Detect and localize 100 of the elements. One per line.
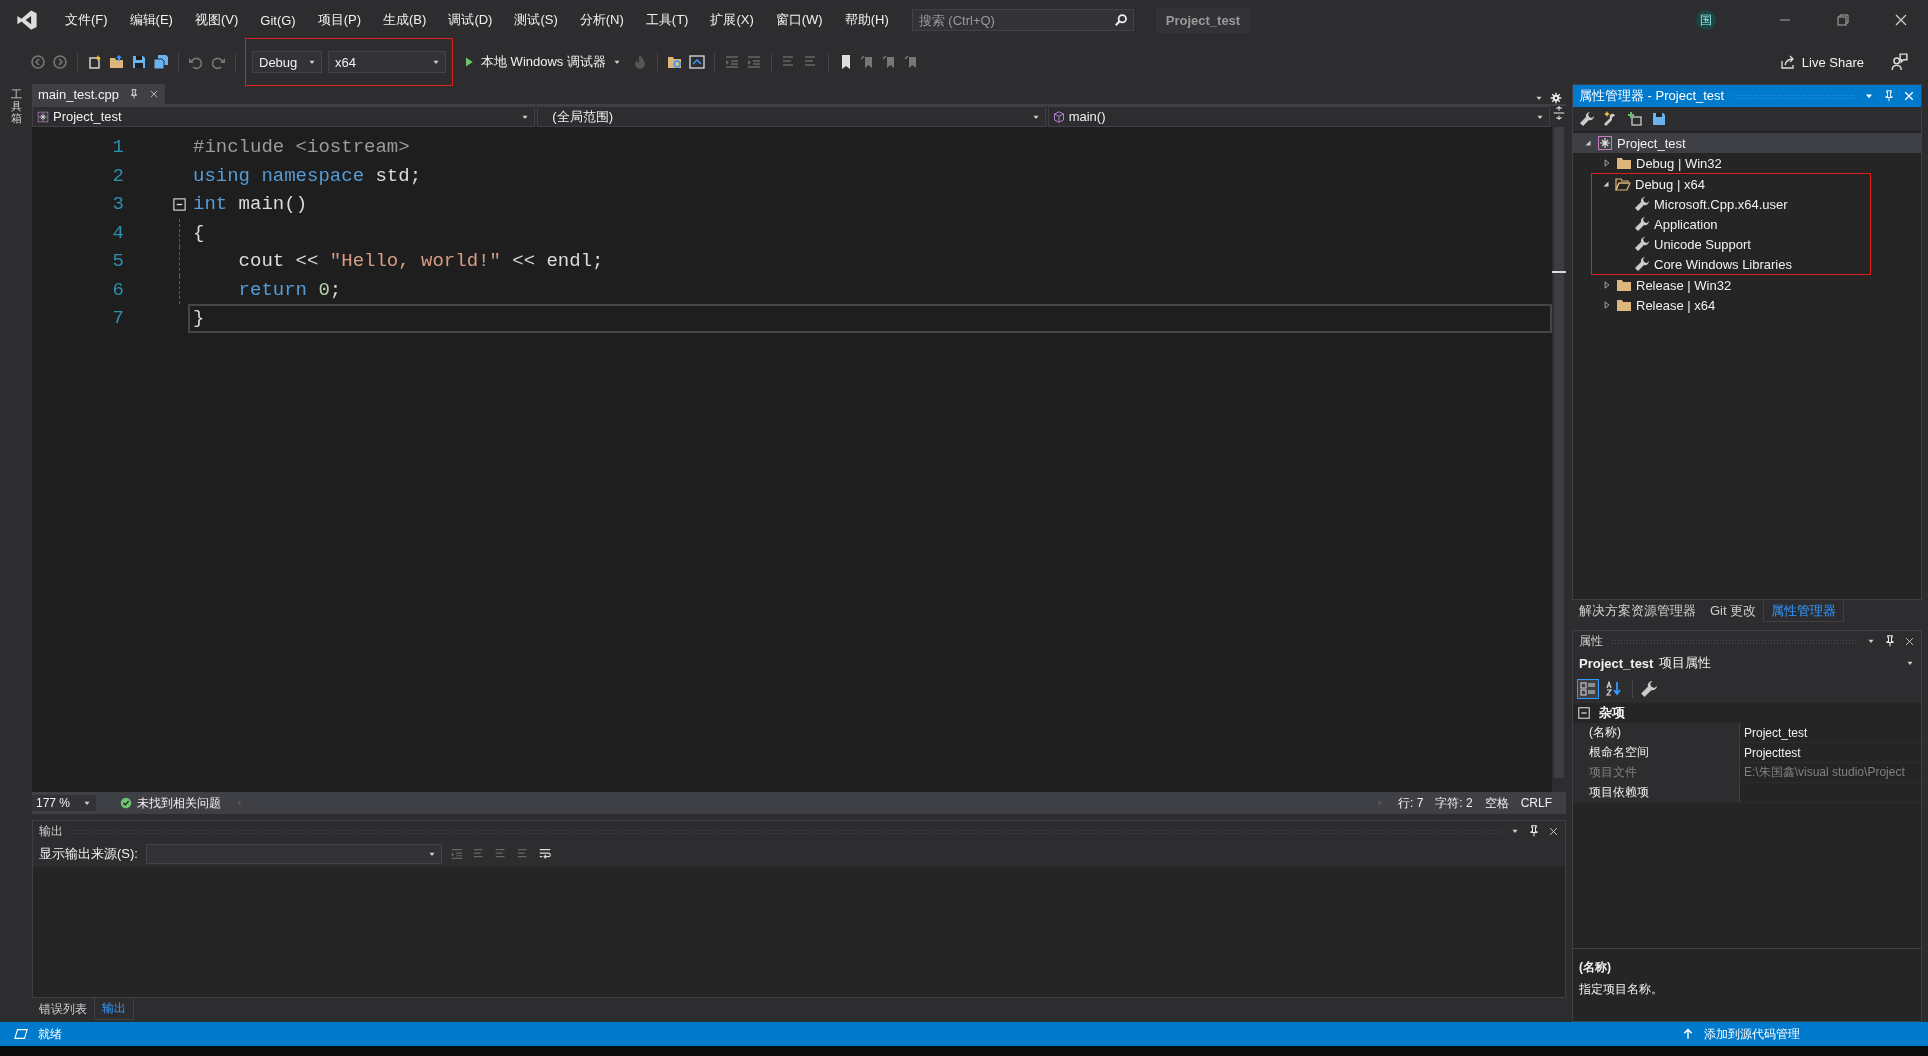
open-folder-icon[interactable] <box>109 54 125 70</box>
tree-item[interactable]: Microsoft.Cpp.x64.user <box>1592 194 1792 214</box>
menu-item[interactable]: 文件(F) <box>56 8 117 32</box>
open-folder-icon <box>1615 176 1631 192</box>
panel-tab[interactable]: 属性管理器 <box>1763 600 1845 622</box>
tree-item[interactable]: Release | Win32 <box>1573 275 1736 295</box>
start-debugging-button[interactable]: 本地 Windows 调试器 <box>459 51 626 73</box>
folder-icon <box>1616 297 1632 313</box>
menu-item[interactable]: 视图(V) <box>185 8 248 32</box>
property-value[interactable]: Projecttest <box>1744 745 1801 760</box>
collapsed-arrow-icon[interactable] <box>1602 300 1612 310</box>
tree-item[interactable]: Debug | x64 <box>1592 174 1709 194</box>
menu-item[interactable]: 调试(D) <box>439 8 502 32</box>
close-icon[interactable] <box>148 89 159 99</box>
platform-dropdown[interactable]: x64 <box>328 51 446 73</box>
collapsed-arrow-icon[interactable] <box>1602 158 1612 168</box>
close-icon[interactable] <box>1904 635 1915 647</box>
tree-item[interactable]: Project_test <box>1573 133 1921 153</box>
user-avatar[interactable]: 国 <box>1696 10 1716 30</box>
scope-dropdown[interactable]: (全局范围) <box>537 106 1046 127</box>
status-text: 就绪 <box>38 1025 62 1043</box>
categorized-view-icon <box>1580 681 1596 697</box>
collapse-icon[interactable] <box>171 196 187 212</box>
scrollbar[interactable] <box>1552 127 1566 792</box>
object-type: 项目属性 <box>1659 654 1713 672</box>
expanded-arrow-icon[interactable] <box>1583 138 1593 148</box>
search-icon <box>1113 13 1128 27</box>
settings-icon[interactable] <box>1550 92 1562 104</box>
tree-item[interactable]: Release | x64 <box>1573 295 1720 315</box>
project-icon <box>37 110 49 123</box>
line-indicator[interactable]: 行: 7 <box>1397 794 1424 812</box>
panel-tab[interactable]: 解决方案资源管理器 <box>1572 600 1703 622</box>
property-name[interactable]: 项目依赖项 <box>1573 783 1739 802</box>
tree-item[interactable]: Debug | Win32 <box>1573 153 1726 173</box>
word-wrap-icon[interactable] <box>537 847 552 861</box>
member-dropdown[interactable]: main() <box>1047 106 1550 127</box>
pin-icon[interactable] <box>1884 635 1896 647</box>
find-message-icon[interactable] <box>449 847 464 861</box>
menu-item[interactable]: 编辑(E) <box>120 8 182 32</box>
code-line: return 0; <box>237 278 342 301</box>
save-icon[interactable] <box>1651 111 1667 127</box>
close-icon[interactable] <box>1903 90 1915 102</box>
menu-item[interactable]: Git(G) <box>251 9 305 31</box>
code-line: #include <iostream> <box>193 136 410 159</box>
code-line: cout << "Hello, world!" << endl; <box>237 250 604 273</box>
add-sheet-icon[interactable] <box>1627 111 1643 127</box>
pin-icon[interactable] <box>1528 825 1540 837</box>
description-text: 指定项目名称。 <box>1579 981 1664 998</box>
app-logo <box>14 9 40 31</box>
property-name[interactable]: (名称) <box>1573 723 1739 742</box>
search-field[interactable]: 搜索 (Ctrl+Q) <box>911 9 1134 31</box>
split-icon[interactable] <box>1552 106 1566 120</box>
menu-item[interactable]: 帮助(H) <box>835 8 898 32</box>
indent-indicator[interactable]: 空格 <box>1484 794 1509 812</box>
source-control-button[interactable]: 添加到源代码管理 <box>1704 1025 1800 1043</box>
menu-item[interactable]: 项目(P) <box>308 8 371 32</box>
close-icon[interactable] <box>1893 12 1909 28</box>
line-ending-indicator[interactable]: CRLF <box>1520 796 1552 810</box>
menu-item[interactable]: 分析(N) <box>570 8 633 32</box>
categorized-view-button[interactable] <box>1577 679 1599 699</box>
toolbox-tab[interactable]: 工具箱 <box>10 88 22 125</box>
tree-item[interactable]: Core Windows Libraries <box>1592 254 1796 274</box>
menu-item[interactable]: 窗口(W) <box>766 8 832 32</box>
panel-tab[interactable]: Git 更改 <box>1703 600 1764 622</box>
pin-icon[interactable] <box>128 89 139 99</box>
property-name[interactable]: 根命名空间 <box>1573 743 1739 762</box>
panel-icon <box>14 1027 28 1041</box>
project-dropdown[interactable]: Project_test <box>32 106 536 127</box>
menu-item[interactable]: 工具(T) <box>636 8 698 32</box>
configuration-dropdown[interactable]: Debug <box>252 51 322 73</box>
live-share-button[interactable]: Live Share <box>1773 53 1870 71</box>
back-icon[interactable] <box>30 54 46 70</box>
wrench-icon[interactable] <box>1579 111 1595 127</box>
collapse-icon[interactable] <box>1577 706 1591 720</box>
menu-item[interactable]: 扩展(X) <box>701 8 763 32</box>
wrench-icon <box>1634 236 1650 252</box>
issues-status[interactable]: 未找到相关问题 <box>137 794 221 812</box>
menu-item[interactable]: 测试(S) <box>505 8 567 32</box>
panel-tab[interactable]: 错误列表 <box>32 998 94 1020</box>
column-indicator[interactable]: 字符: 2 <box>1435 794 1473 812</box>
menu-item[interactable]: 生成(B) <box>374 8 436 32</box>
up-arrow-icon[interactable] <box>1682 1028 1694 1040</box>
close-icon[interactable] <box>1548 825 1559 837</box>
save-all-icon[interactable] <box>153 54 169 70</box>
tree-item[interactable]: Application <box>1592 214 1722 234</box>
maximize-icon[interactable] <box>1835 12 1851 28</box>
folder-search-icon[interactable] <box>666 54 683 70</box>
zoom-dropdown[interactable]: 177 % <box>32 795 96 811</box>
collapsed-arrow-icon[interactable] <box>1602 280 1612 290</box>
wrench-icon[interactable] <box>1640 680 1658 698</box>
file-tab[interactable]: main_test.cpp <box>32 84 165 104</box>
tree-item[interactable]: Unicode Support <box>1592 234 1755 254</box>
feedback-icon[interactable] <box>1890 53 1908 71</box>
panel-tab[interactable]: 输出 <box>94 998 134 1020</box>
forward-icon[interactable] <box>52 54 68 70</box>
expanded-arrow-icon[interactable] <box>1601 179 1611 189</box>
save-icon[interactable] <box>131 54 147 70</box>
window-icon[interactable] <box>688 54 705 70</box>
property-value[interactable]: Project_test <box>1744 725 1808 740</box>
new-project-icon[interactable] <box>87 54 103 70</box>
